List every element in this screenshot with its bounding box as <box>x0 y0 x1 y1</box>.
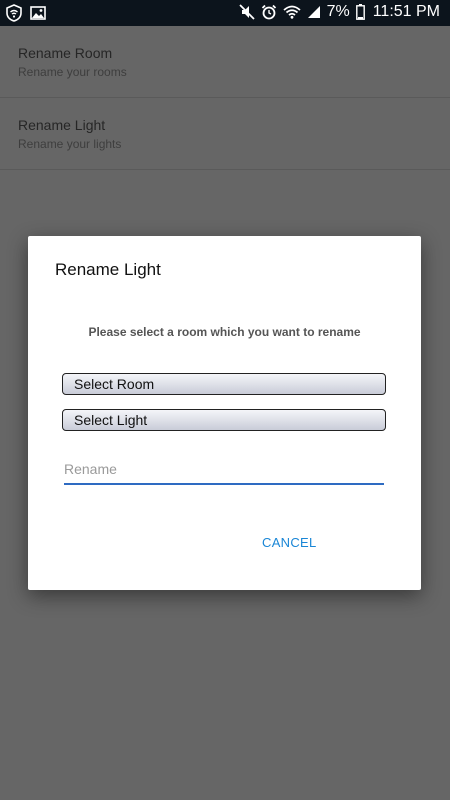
alarm-icon <box>261 4 277 20</box>
cancel-button[interactable]: CANCEL <box>262 535 317 550</box>
status-right-icons: 7% 11:51 PM <box>238 3 440 21</box>
battery-icon <box>355 4 365 20</box>
select-light-dropdown[interactable]: Select Light <box>62 409 386 431</box>
rename-light-dialog: Rename Light Please select a room which … <box>28 236 421 590</box>
list-item-title: Rename Light <box>18 117 106 133</box>
dialog-message: Please select a room which you want to r… <box>88 325 361 339</box>
list-item-subtitle: Rename your rooms <box>18 65 127 79</box>
settings-list: Rename Room Rename your rooms Rename Lig… <box>0 26 450 170</box>
wifi-icon <box>282 5 301 19</box>
dialog-title: Rename Light <box>55 260 161 279</box>
clock-time: 11:51 PM <box>372 3 440 20</box>
status-bar: 7% 11:51 PM <box>0 0 450 26</box>
mute-icon <box>238 4 255 20</box>
list-item-subtitle: Rename your lights <box>18 137 122 151</box>
rename-input[interactable] <box>64 457 384 485</box>
signal-icon <box>307 5 321 19</box>
list-item-rename-light[interactable]: Rename Light Rename your lights <box>0 98 450 170</box>
list-item-rename-room[interactable]: Rename Room Rename your rooms <box>0 26 450 98</box>
list-item-title: Rename Room <box>18 45 113 61</box>
status-left-icons <box>6 4 46 22</box>
select-room-dropdown[interactable]: Select Room <box>62 373 386 395</box>
battery-percent: 7% <box>326 3 350 20</box>
image-icon <box>30 6 46 20</box>
shield-wifi-icon <box>6 4 22 22</box>
